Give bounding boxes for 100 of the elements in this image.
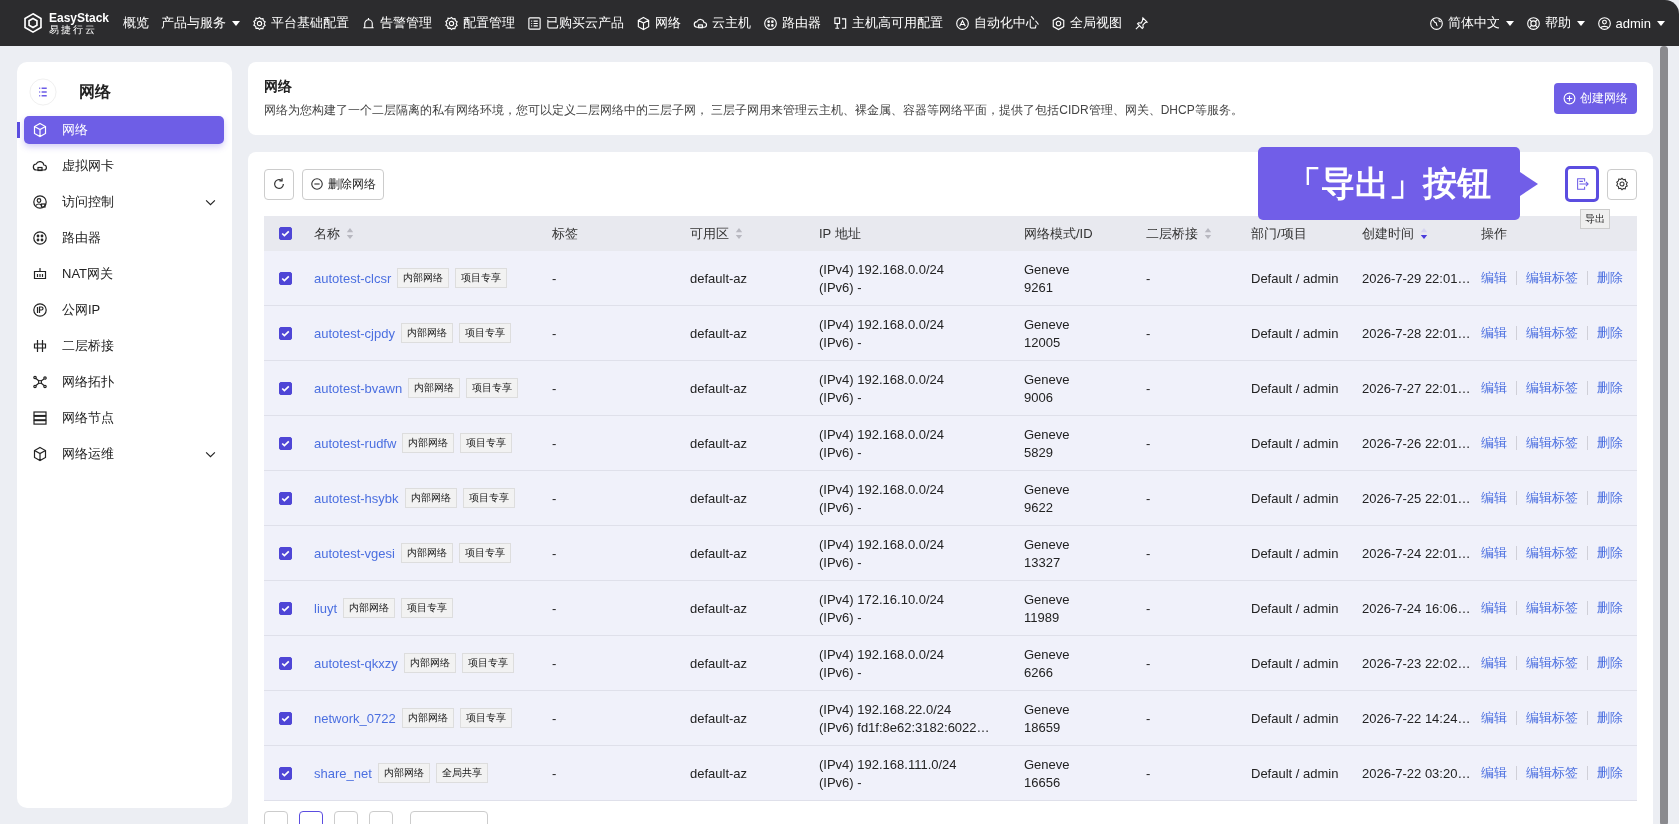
nav-item[interactable]: 自动化中心 — [955, 14, 1040, 32]
action-link[interactable]: 编辑 — [1481, 654, 1507, 672]
network-name-link[interactable]: autotest-vgesi — [314, 545, 395, 561]
sidebar-item[interactable]: 网络运维 — [24, 440, 224, 468]
sidebar-item[interactable]: 二层桥接 — [24, 332, 224, 360]
sidebar-item[interactable]: 虚拟网卡 — [24, 152, 224, 180]
network-name-link[interactable]: share_net — [314, 765, 372, 781]
network-name-link[interactable]: autotest-hsybk — [314, 490, 399, 506]
action-link[interactable]: 编辑标签 — [1526, 489, 1578, 507]
menu-icon[interactable] — [29, 78, 57, 106]
nav-item[interactable]: 全局视图 — [1051, 14, 1123, 32]
nav-item[interactable]: 已购买云产品 — [527, 14, 625, 32]
table-cell: 2026-7-29 22:01… — [1362, 270, 1471, 286]
row-checkbox[interactable] — [279, 711, 292, 725]
nav-item[interactable]: 产品与服务 — [161, 14, 241, 32]
nav-menu[interactable]: 简体中文 — [1428, 14, 1514, 32]
nav-item[interactable]: 告警管理 — [361, 14, 433, 32]
action-link[interactable]: 编辑标签 — [1526, 434, 1578, 452]
action-link[interactable]: 编辑 — [1481, 599, 1507, 617]
action-link[interactable]: 删除 — [1597, 324, 1623, 342]
select-all-checkbox[interactable] — [279, 227, 292, 240]
network-name-link[interactable]: autotest-cjpdy — [314, 325, 395, 341]
network-name-link[interactable]: autotest-rudfw — [314, 435, 397, 451]
refresh-button[interactable] — [264, 168, 294, 200]
minus-circle-icon — [310, 177, 324, 191]
action-link[interactable]: 编辑 — [1481, 544, 1507, 562]
network-name-link[interactable]: network_0722 — [314, 710, 396, 726]
row-checkbox[interactable] — [279, 766, 292, 780]
sidebar-item[interactable]: NAT网关 — [24, 260, 224, 288]
table-cell: - — [552, 710, 557, 726]
sidebar-item[interactable]: 访问控制 — [24, 188, 224, 216]
action-link[interactable]: 删除 — [1597, 489, 1623, 507]
network-name-link[interactable]: liuyt — [314, 600, 338, 616]
row-checkbox[interactable] — [279, 601, 292, 615]
row-checkbox[interactable] — [279, 381, 292, 395]
row-checkbox[interactable] — [279, 656, 292, 670]
action-link[interactable]: 编辑标签 — [1526, 599, 1578, 617]
action-link[interactable]: 删除 — [1597, 544, 1623, 562]
alarm-icon — [361, 15, 377, 31]
export-button[interactable] — [1565, 166, 1599, 202]
table-cell: (IPv4) 192.168.0.0/24 — [819, 371, 945, 387]
nav-item[interactable]: 配置管理 — [444, 14, 516, 32]
create-network-button[interactable]: 创建网络 — [1554, 83, 1637, 114]
action-link[interactable]: 编辑 — [1481, 709, 1507, 727]
action-link[interactable]: 编辑标签 — [1526, 709, 1578, 727]
nav-item[interactable]: 云主机 — [693, 14, 752, 32]
row-checkbox[interactable] — [279, 546, 292, 560]
tag: 内部网络 — [401, 708, 454, 728]
action-link[interactable]: 编辑标签 — [1526, 544, 1578, 562]
action-link[interactable]: 删除 — [1597, 269, 1623, 287]
action-link[interactable]: 删除 — [1597, 379, 1623, 397]
action-link[interactable]: 编辑标签 — [1526, 269, 1578, 287]
sidebar-item[interactable]: 网络 — [24, 116, 224, 144]
action-link[interactable]: 编辑标签 — [1526, 324, 1578, 342]
action-link[interactable]: 编辑 — [1481, 324, 1507, 342]
action-link[interactable]: 删除 — [1597, 654, 1623, 672]
nav-menu[interactable]: admin — [1596, 15, 1665, 31]
action-link[interactable]: 编辑标签 — [1526, 379, 1578, 397]
action-link[interactable]: 编辑 — [1481, 764, 1507, 782]
table-cell: 2026-7-24 16:06… — [1362, 600, 1471, 616]
network-name-link[interactable]: autotest-clcsr — [314, 270, 392, 286]
sidebar-item[interactable]: 网络拓扑 — [24, 368, 224, 396]
callout-pointer — [1520, 171, 1538, 196]
sidebar-item[interactable]: 路由器 — [24, 224, 224, 252]
pin-icon[interactable] — [1134, 15, 1150, 31]
row-checkbox[interactable] — [279, 491, 292, 505]
settings-button[interactable] — [1607, 168, 1637, 200]
action-link[interactable]: 删除 — [1597, 599, 1623, 617]
tag: 内部网络 — [377, 763, 430, 783]
row-checkbox[interactable] — [279, 271, 292, 285]
table-cell: default-az — [690, 710, 748, 726]
table-cell: (IPv4) 192.168.111.0/24 — [819, 756, 957, 772]
action-link[interactable]: 删除 — [1597, 764, 1623, 782]
table-cell: Geneve — [1024, 591, 1070, 607]
table-cell: (IPv4) 192.168.22.0/24 — [819, 701, 952, 717]
action-link[interactable]: 编辑标签 — [1526, 764, 1578, 782]
action-link[interactable]: 编辑 — [1481, 379, 1507, 397]
row-checkbox[interactable] — [279, 326, 292, 340]
nav-item[interactable]: 主机高可用配置 — [833, 14, 944, 32]
nav-item[interactable]: 概览 — [123, 14, 150, 32]
table-cell: - — [552, 490, 557, 506]
action-link[interactable]: 编辑 — [1481, 489, 1507, 507]
network-name-link[interactable]: autotest-qkxzy — [314, 655, 398, 671]
sidebar-item[interactable]: 网络节点 — [24, 404, 224, 432]
action-link[interactable]: 删除 — [1597, 709, 1623, 727]
sidebar-item[interactable]: 公网IP — [24, 296, 224, 324]
action-link[interactable]: 删除 — [1597, 434, 1623, 452]
action-link[interactable]: 编辑 — [1481, 434, 1507, 452]
network-name-link[interactable]: autotest-bvawn — [314, 380, 403, 396]
table-cell: - — [552, 765, 557, 781]
row-checkbox[interactable] — [279, 436, 292, 450]
scrollbar[interactable] — [1660, 46, 1668, 824]
sort-icon[interactable] — [1420, 228, 1428, 239]
nav-item[interactable]: 路由器 — [763, 14, 822, 32]
action-link[interactable]: 编辑 — [1481, 269, 1507, 287]
delete-network-button[interactable]: 删除网络 — [302, 168, 384, 200]
action-link[interactable]: 编辑标签 — [1526, 654, 1578, 672]
nav-item[interactable]: 平台基础配置 — [252, 14, 350, 32]
nav-item[interactable]: 网络 — [636, 14, 682, 32]
nav-menu[interactable]: 帮助 — [1525, 14, 1585, 32]
